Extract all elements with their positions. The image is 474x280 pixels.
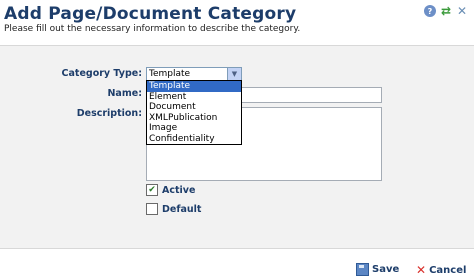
cancel-icon: ✕ — [416, 263, 427, 277]
save-icon — [356, 263, 369, 276]
save-button[interactable]: Save — [356, 263, 399, 276]
cancel-button[interactable]: ✕ Cancel — [416, 263, 466, 277]
dropdown-option[interactable]: Confidentiality — [147, 134, 241, 145]
help-icon[interactable]: ? — [424, 5, 436, 17]
default-label: Default — [162, 204, 202, 215]
category-type-label: Category Type: — [61, 68, 142, 79]
dropdown-option[interactable]: Template — [147, 81, 241, 92]
active-label: Active — [162, 185, 196, 196]
refresh-icon[interactable]: ⇄ — [440, 4, 452, 18]
dialog-header: Add Page/Document Category Please fill o… — [0, 0, 474, 42]
dropdown-option[interactable]: Document — [147, 102, 241, 113]
page-subtitle: Please fill out the necessary informatio… — [4, 24, 301, 34]
chevron-down-icon[interactable]: ▼ — [227, 68, 241, 80]
dropdown-option[interactable]: XMLPublication — [147, 113, 241, 124]
form-panel: Category Type: Template ▼ Name: Descript… — [0, 45, 474, 249]
page-title: Add Page/Document Category — [4, 4, 297, 24]
save-button-label: Save — [372, 264, 400, 275]
cancel-button-label: Cancel — [429, 264, 467, 276]
active-checkbox[interactable]: ✔ — [146, 184, 158, 196]
dropdown-option[interactable]: Element — [147, 92, 241, 103]
close-icon[interactable]: ✕ — [456, 4, 468, 18]
name-label: Name: — [107, 88, 142, 99]
default-checkbox[interactable] — [146, 203, 158, 215]
dropdown-option[interactable]: Image — [147, 123, 241, 134]
category-type-dropdown: Template Element Document XMLPublication… — [146, 80, 242, 145]
category-type-select[interactable]: Template ▼ — [146, 67, 242, 81]
category-type-value: Template — [149, 69, 191, 79]
header-actions: ? ⇄ ✕ — [424, 4, 468, 18]
description-label: Description: — [76, 108, 142, 119]
